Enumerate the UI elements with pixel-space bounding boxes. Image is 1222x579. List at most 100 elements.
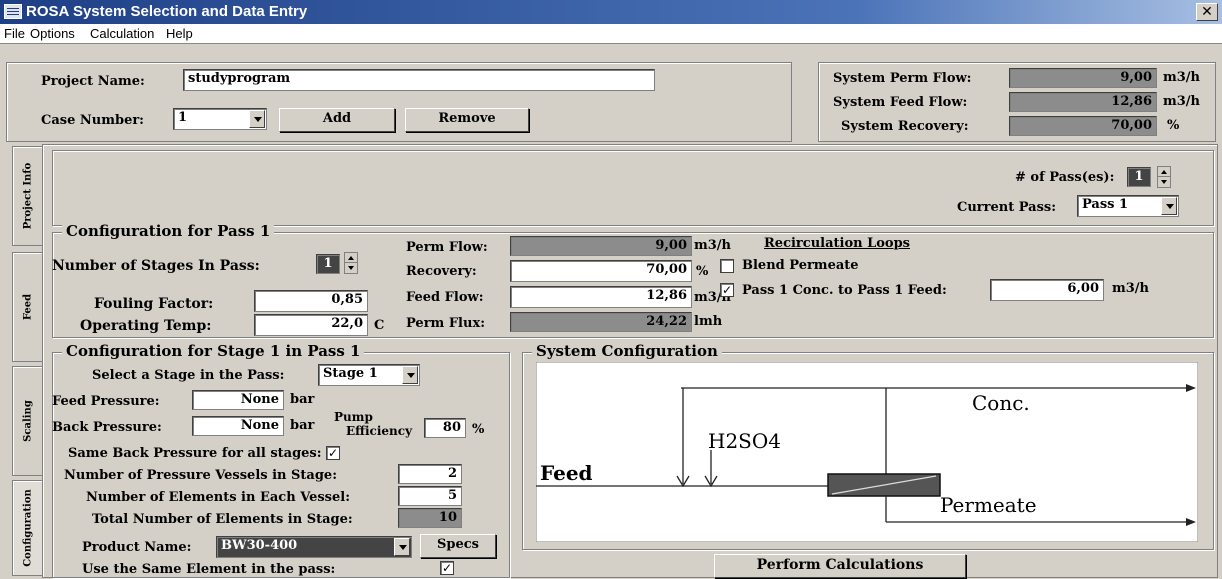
conc-recirc-input[interactable]: 6,00 bbox=[990, 279, 1104, 301]
elements-input[interactable]: 5 bbox=[398, 486, 462, 506]
feed-pressure-input[interactable]: None bbox=[192, 390, 284, 410]
perm-flux-unit: lmh bbox=[694, 314, 723, 329]
perm-flow-label: Perm Flow: bbox=[406, 240, 488, 255]
blend-permeate-checkbox[interactable] bbox=[720, 259, 734, 273]
perform-calculations-button[interactable]: Perform Calculations bbox=[714, 554, 966, 578]
permeate-label: Permeate bbox=[940, 493, 1037, 517]
tab-label: Project Info bbox=[22, 162, 33, 230]
app-icon bbox=[4, 4, 22, 19]
menu-help[interactable]: Help bbox=[166, 26, 193, 41]
product-name-label: Product Name: bbox=[82, 540, 192, 555]
recovery-input[interactable]: 70,00 bbox=[510, 260, 692, 282]
system-perm-flow-value: 9,00 bbox=[1009, 68, 1157, 88]
window-title: ROSA System Selection and Data Entry bbox=[26, 3, 308, 20]
remove-button[interactable]: Remove bbox=[405, 108, 529, 132]
pump-eff-label-1: Pump bbox=[334, 410, 373, 424]
pass-count-spinner[interactable] bbox=[1157, 166, 1171, 188]
tab-scaling[interactable]: Scaling bbox=[12, 366, 42, 476]
feed-pressure-unit: bar bbox=[290, 392, 315, 407]
system-perm-flow-label: System Perm Flow: bbox=[833, 71, 972, 86]
temp-unit: C bbox=[374, 318, 385, 333]
back-pressure-label: Back Pressure: bbox=[52, 420, 162, 435]
back-pressure-unit: bar bbox=[290, 418, 315, 433]
stages-label: Number of Stages In Pass: bbox=[52, 258, 260, 274]
chevron-down-icon[interactable] bbox=[394, 538, 410, 556]
recovery-label: Recovery: bbox=[406, 264, 477, 279]
total-elements-value: 10 bbox=[398, 508, 462, 528]
temp-input[interactable]: 22,0 bbox=[254, 314, 368, 336]
product-name-select[interactable]: BW30-400 bbox=[216, 536, 412, 558]
system-recovery-label: System Recovery: bbox=[841, 119, 969, 134]
current-pass-label: Current Pass: bbox=[957, 200, 1057, 215]
project-name-input[interactable]: studyprogram bbox=[183, 69, 655, 91]
same-element-checkbox[interactable]: ✓ bbox=[440, 561, 454, 575]
elements-label: Number of Elements in Each Vessel: bbox=[86, 490, 351, 505]
pump-eff-label-2: Efficiency bbox=[346, 424, 413, 438]
recovery-unit: % bbox=[696, 264, 709, 279]
back-pressure-input[interactable]: None bbox=[192, 416, 284, 436]
menu-options[interactable]: Options bbox=[30, 26, 75, 41]
conc-recirc-checkbox[interactable]: ✓ bbox=[720, 283, 734, 297]
stages-spinner[interactable] bbox=[344, 252, 358, 274]
fouling-input[interactable]: 0,85 bbox=[254, 290, 368, 312]
perm-flux-label: Perm Flux: bbox=[406, 316, 485, 331]
feed-flow-input[interactable]: 12,86 bbox=[510, 286, 692, 308]
tab-configuration[interactable]: Configuration bbox=[12, 480, 42, 576]
system-config-title: System Configuration bbox=[532, 342, 722, 360]
system-feed-flow-value: 12,86 bbox=[1009, 92, 1157, 112]
conc-label: Conc. bbox=[972, 391, 1030, 415]
feed-flow-label: Feed Flow: bbox=[406, 290, 484, 305]
pump-eff-input[interactable]: 80 bbox=[424, 418, 466, 438]
total-elements-label: Total Number of Elements in Stage: bbox=[92, 512, 353, 527]
vessels-input[interactable]: 2 bbox=[398, 464, 462, 484]
chevron-down-icon[interactable] bbox=[402, 366, 418, 384]
system-recovery-unit: % bbox=[1167, 118, 1180, 133]
pass-config-title: Configuration for Pass 1 bbox=[62, 222, 275, 240]
case-number-label: Case Number: bbox=[41, 113, 144, 128]
case-number-select[interactable]: 1 bbox=[173, 108, 267, 130]
project-panel: Project Name: studyprogram Case Number: … bbox=[6, 62, 792, 142]
tab-project-info[interactable]: Project Info bbox=[12, 146, 42, 246]
close-button[interactable]: ✕ bbox=[1196, 3, 1218, 21]
fouling-label: Fouling Factor: bbox=[94, 296, 214, 312]
menu-calculation[interactable]: Calculation bbox=[90, 26, 154, 41]
pump-eff-unit: % bbox=[472, 422, 485, 437]
feed-pressure-label: Feed Pressure: bbox=[52, 394, 160, 409]
perm-flow-value: 9,00 bbox=[510, 236, 692, 256]
system-diagram: Conc. H2SO4 Feed Permeate bbox=[536, 362, 1198, 542]
system-feed-flow-unit: m3/h bbox=[1163, 94, 1201, 109]
vessels-label: Number of Pressure Vessels in Stage: bbox=[64, 468, 337, 483]
pass-count-value[interactable]: 1 bbox=[1127, 167, 1151, 187]
product-name-value: BW30-400 bbox=[221, 538, 298, 553]
project-name-label: Project Name: bbox=[41, 74, 145, 89]
chevron-down-icon[interactable] bbox=[1161, 197, 1177, 215]
diagram-canvas bbox=[536, 362, 1198, 542]
select-stage-select[interactable]: Stage 1 bbox=[318, 364, 420, 386]
feed-label: Feed bbox=[540, 461, 593, 485]
blend-permeate-label: Blend Permeate bbox=[742, 258, 859, 273]
select-stage-value: Stage 1 bbox=[323, 366, 378, 381]
specs-button[interactable]: Specs bbox=[420, 534, 496, 558]
tab-feed[interactable]: Feed bbox=[12, 252, 42, 362]
system-summary-panel: System Perm Flow: 9,00 m3/h System Feed … bbox=[818, 62, 1216, 142]
system-feed-flow-label: System Feed Flow: bbox=[833, 95, 968, 110]
pass-header-box: # of Pass(es): 1 Current Pass: Pass 1 bbox=[52, 150, 1214, 226]
case-number-value: 1 bbox=[178, 110, 188, 125]
current-pass-value: Pass 1 bbox=[1082, 197, 1129, 212]
same-element-label: Use the Same Element in the pass: bbox=[82, 562, 336, 577]
stages-value[interactable]: 1 bbox=[316, 254, 340, 274]
tab-label: Configuration bbox=[22, 489, 33, 567]
tab-label: Scaling bbox=[22, 400, 33, 442]
system-perm-flow-unit: m3/h bbox=[1163, 70, 1201, 85]
menu-file[interactable]: File bbox=[4, 26, 25, 41]
conc-recirc-label: Pass 1 Conc. to Pass 1 Feed: bbox=[742, 283, 947, 298]
same-back-checkbox[interactable]: ✓ bbox=[326, 446, 340, 460]
add-button[interactable]: Add bbox=[279, 108, 395, 132]
chevron-down-icon[interactable] bbox=[249, 110, 265, 128]
conc-recirc-unit: m3/h bbox=[1112, 281, 1150, 296]
pass-count-label: # of Pass(es): bbox=[1015, 170, 1115, 185]
recirculation-title: Recirculation Loops bbox=[764, 236, 910, 251]
current-pass-select[interactable]: Pass 1 bbox=[1077, 195, 1179, 217]
menu-bar: File Options Calculation Help bbox=[0, 24, 1222, 44]
perm-flow-unit: m3/h bbox=[694, 238, 732, 253]
